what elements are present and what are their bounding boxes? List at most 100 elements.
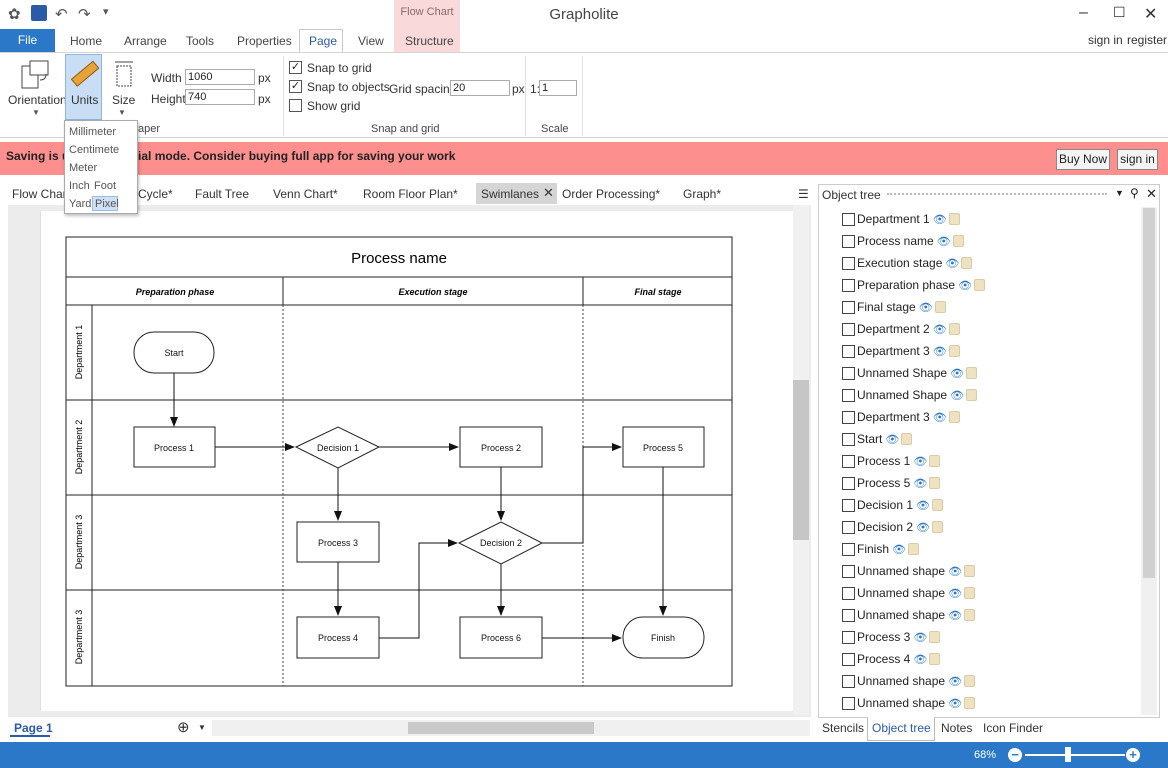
lock-icon[interactable] — [948, 213, 960, 225]
lock-icon[interactable] — [934, 301, 946, 313]
lock-icon[interactable] — [929, 653, 941, 665]
lock-icon[interactable] — [929, 631, 941, 643]
visibility-eye-icon[interactable]: 👁 — [916, 521, 930, 534]
unit-option-centimeter[interactable]: Centimete — [69, 144, 119, 156]
tree-item[interactable]: Final stage 👁 — [842, 296, 946, 318]
tab-notes[interactable]: Notes — [941, 721, 972, 735]
lock-icon[interactable] — [966, 367, 978, 379]
tree-item-checkbox[interactable] — [842, 652, 855, 666]
visibility-eye-icon[interactable]: 👁 — [916, 499, 930, 512]
tree-item[interactable]: Department 1 👁 — [842, 208, 960, 230]
visibility-eye-icon[interactable]: 👁 — [913, 477, 927, 490]
visibility-eye-icon[interactable]: 👁 — [913, 653, 927, 666]
tree-item[interactable]: Process 1 👁 — [842, 450, 941, 472]
visibility-eye-icon[interactable]: 👁 — [950, 389, 964, 402]
tree-item[interactable]: Department 2 👁 — [842, 318, 960, 340]
tree-item-checkbox[interactable] — [842, 542, 855, 556]
lock-icon[interactable] — [929, 455, 941, 467]
visibility-eye-icon[interactable]: 👁 — [892, 543, 906, 556]
tree-item[interactable]: Finish 👁 — [842, 538, 919, 560]
tree-item-checkbox[interactable] — [842, 234, 855, 248]
unit-option-meter[interactable]: Meter — [69, 162, 97, 174]
unit-option-inch[interactable]: Inch — [69, 180, 90, 192]
visibility-eye-icon[interactable]: 👁 — [948, 697, 962, 710]
lock-icon[interactable] — [964, 609, 976, 621]
visibility-eye-icon[interactable]: 👁 — [948, 587, 962, 600]
tree-item[interactable]: Unnamed shape 👁 — [842, 560, 976, 582]
visibility-eye-icon[interactable]: 👁 — [885, 433, 899, 446]
tree-item[interactable]: Unnamed shape 👁 — [842, 692, 976, 714]
lock-icon[interactable] — [966, 389, 978, 401]
tree-item[interactable]: Decision 2 👁 — [842, 516, 943, 538]
lock-icon[interactable] — [964, 675, 976, 687]
lock-icon[interactable] — [932, 499, 943, 511]
visibility-eye-icon[interactable]: 👁 — [950, 367, 964, 380]
visibility-eye-icon[interactable]: 👁 — [919, 301, 933, 314]
tree-item-checkbox[interactable] — [842, 564, 855, 578]
vertical-scroll-thumb[interactable] — [793, 380, 809, 540]
visibility-eye-icon[interactable]: 👁 — [958, 279, 972, 292]
panel-menu-chevron-down-icon[interactable]: ▼ — [1115, 188, 1124, 198]
tree-item[interactable]: Process 5 👁 — [842, 472, 941, 494]
visibility-eye-icon[interactable]: 👁 — [933, 323, 947, 336]
tree-item-checkbox[interactable] — [842, 366, 855, 380]
tab-object-tree[interactable]: Object tree — [872, 721, 931, 735]
lock-icon[interactable] — [948, 345, 960, 357]
tree-item[interactable]: Execution stage 👁 — [842, 252, 973, 274]
tree-item-checkbox[interactable] — [842, 630, 855, 644]
visibility-eye-icon[interactable]: 👁 — [933, 411, 947, 424]
unit-option-foot[interactable]: Foot — [94, 180, 116, 192]
tree-item[interactable]: Decision 1 👁 — [842, 494, 943, 516]
tree-item-checkbox[interactable] — [842, 300, 855, 314]
page-menu-chevron-down-icon[interactable]: ▼ — [198, 723, 206, 732]
tree-scroll-thumb[interactable] — [1143, 208, 1155, 578]
lock-icon[interactable] — [961, 257, 973, 269]
unit-option-millimeter[interactable]: Millimeter — [69, 126, 116, 138]
tree-item-checkbox[interactable] — [842, 256, 855, 270]
tree-item[interactable]: Start 👁 — [842, 428, 913, 450]
visibility-eye-icon[interactable]: 👁 — [913, 455, 927, 468]
tree-item-checkbox[interactable] — [842, 212, 855, 226]
panel-close-icon[interactable]: ✕ — [1146, 186, 1157, 202]
visibility-eye-icon[interactable]: 👁 — [933, 345, 947, 358]
tree-item[interactable]: Preparation phase 👁 — [842, 274, 986, 296]
zoom-in-icon[interactable]: + — [1126, 748, 1140, 762]
visibility-eye-icon[interactable]: 👁 — [948, 565, 962, 578]
tree-item[interactable]: Unnamed shape 👁 — [842, 670, 976, 692]
visibility-eye-icon[interactable]: 👁 — [937, 235, 951, 248]
tree-item[interactable]: Process 3 👁 — [842, 626, 941, 648]
tree-item-checkbox[interactable] — [842, 476, 855, 490]
tree-item[interactable]: Process 4 👁 — [842, 648, 941, 670]
horizontal-scroll-thumb[interactable] — [408, 722, 594, 734]
tree-item-checkbox[interactable] — [842, 608, 855, 622]
tree-item-checkbox[interactable] — [842, 410, 855, 424]
lock-icon[interactable] — [932, 521, 943, 533]
lock-icon[interactable] — [929, 477, 941, 489]
tree-item-checkbox[interactable] — [842, 520, 855, 534]
lock-icon[interactable] — [948, 411, 960, 423]
tree-item-checkbox[interactable] — [842, 432, 855, 446]
lock-icon[interactable] — [952, 235, 964, 247]
tree-item-checkbox[interactable] — [842, 278, 855, 292]
visibility-eye-icon[interactable]: 👁 — [945, 257, 959, 270]
add-page-icon[interactable]: ⊕ — [177, 718, 190, 736]
zoom-slider-track[interactable] — [1025, 754, 1125, 756]
lock-icon[interactable] — [948, 323, 960, 335]
tree-item[interactable]: Process name 👁 — [842, 230, 964, 252]
tab-icon-finder[interactable]: Icon Finder — [983, 721, 1043, 735]
visibility-eye-icon[interactable]: 👁 — [913, 631, 927, 644]
tree-item[interactable]: Unnamed Shape 👁 — [842, 384, 978, 406]
tree-item[interactable]: Unnamed Shape 👁 — [842, 362, 978, 384]
tree-item[interactable]: Unnamed shape 👁 — [842, 582, 976, 604]
tree-item-checkbox[interactable] — [842, 696, 855, 710]
tree-item-checkbox[interactable] — [842, 454, 855, 468]
tree-item-checkbox[interactable] — [842, 322, 855, 336]
lock-icon[interactable] — [964, 565, 976, 577]
tree-item-checkbox[interactable] — [842, 498, 855, 512]
visibility-eye-icon[interactable]: 👁 — [933, 213, 947, 226]
lock-icon[interactable] — [974, 279, 986, 291]
tree-item[interactable]: Department 3 👁 — [842, 406, 960, 428]
tree-item-checkbox[interactable] — [842, 344, 855, 358]
visibility-eye-icon[interactable]: 👁 — [948, 675, 962, 688]
tree-item[interactable]: Unnamed shape 👁 — [842, 604, 976, 626]
